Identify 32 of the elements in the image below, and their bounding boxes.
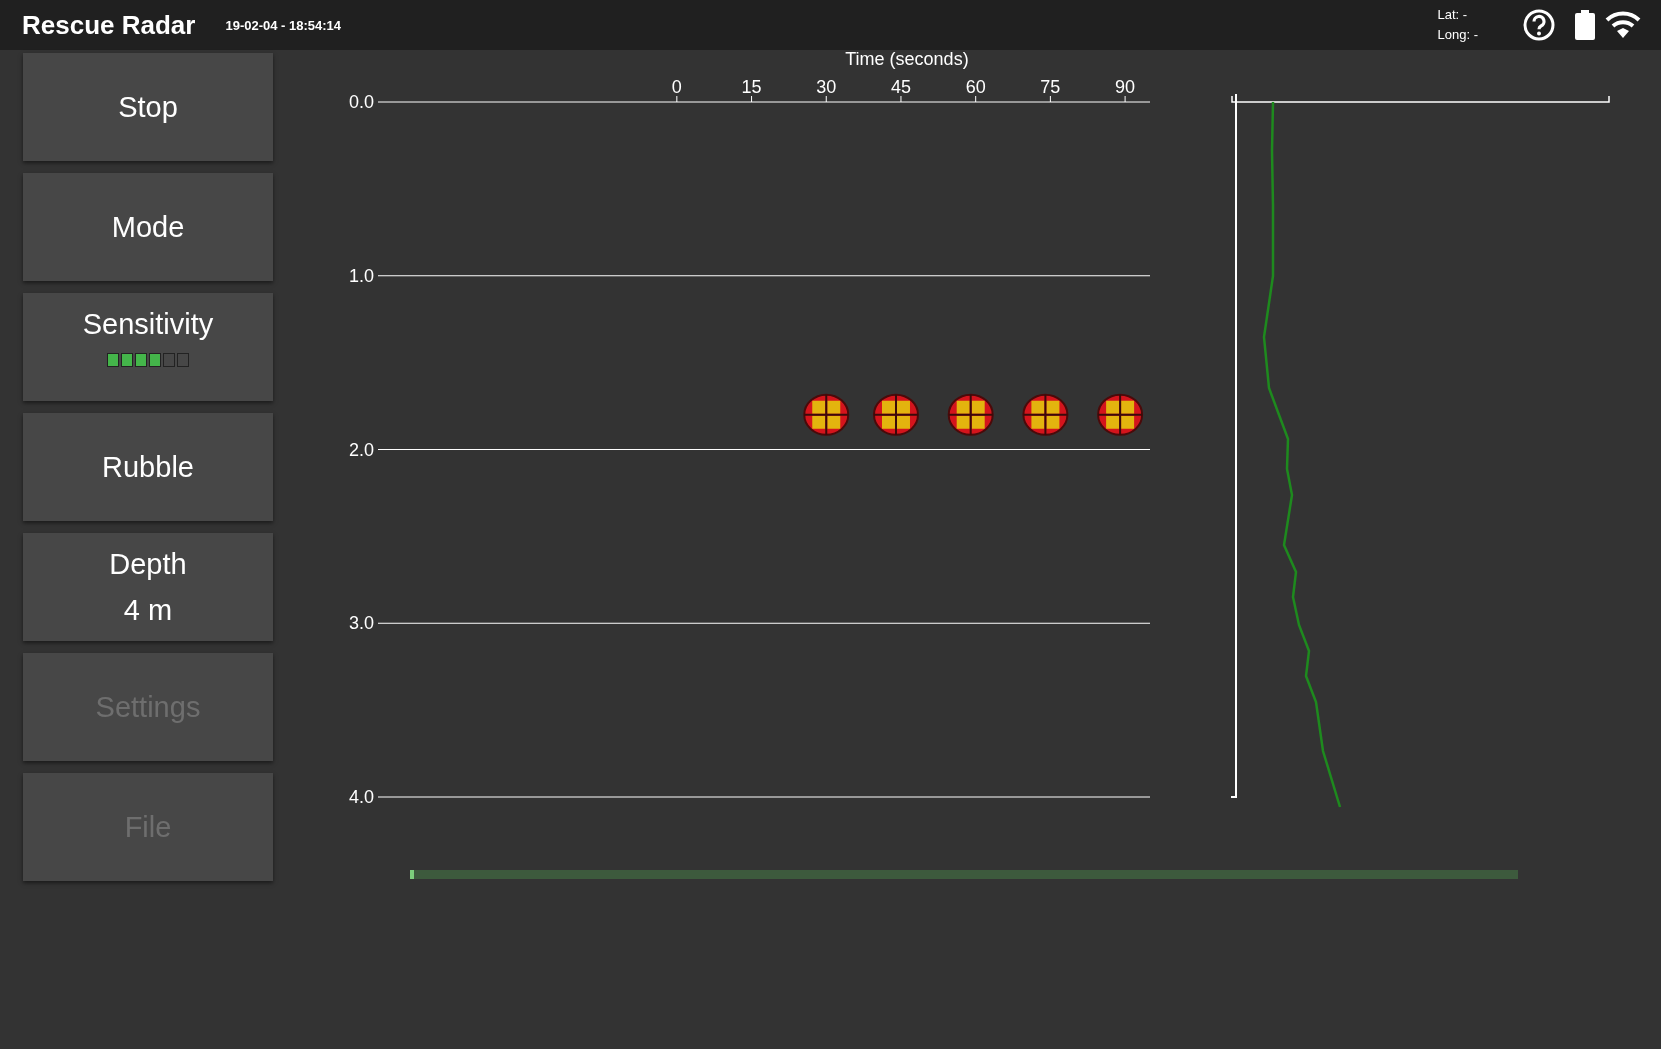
tick-mark xyxy=(1124,95,1126,103)
timestamp: 19-02-04 - 18:54:14 xyxy=(225,17,342,36)
depth-tick-label: 0.0 xyxy=(348,92,374,112)
menu-button[interactable]: Depth 4 m xyxy=(23,533,273,641)
time-tick-label: 90 xyxy=(1115,77,1136,97)
longitude-text: Long: - xyxy=(1437,26,1478,44)
time-tick-label: 15 xyxy=(741,77,762,97)
tick-mark xyxy=(975,95,977,103)
tick-mark xyxy=(751,95,753,103)
axis-title: Time (seconds) xyxy=(845,50,969,69)
menu-button[interactable]: Sensitivity xyxy=(23,293,273,401)
tick-mark xyxy=(900,95,902,103)
depth-tick-label: 1.0 xyxy=(348,265,374,286)
depth-tick-label: 4.0 xyxy=(348,787,374,807)
time-tick-label: 75 xyxy=(1040,77,1061,97)
tick-mark xyxy=(1049,95,1051,103)
help-icon[interactable] xyxy=(1523,9,1555,41)
tick-mark xyxy=(825,95,827,103)
tick-mark xyxy=(676,95,678,103)
battery-icon xyxy=(1575,10,1595,40)
depth-tick-label: 3.0 xyxy=(348,613,374,634)
app-title: Rescue Radar xyxy=(22,8,196,42)
time-tick-label: 30 xyxy=(816,77,837,97)
menu-button[interactable]: Mode xyxy=(23,173,273,281)
time-tick-label: 60 xyxy=(965,77,986,97)
time-tick-label: 45 xyxy=(890,77,911,97)
menu-button[interactable]: Stop xyxy=(23,53,273,161)
depth-tick-label: 2.0 xyxy=(348,439,374,460)
wifi-icon xyxy=(1605,11,1641,39)
latitude-text: Lat: - xyxy=(1437,6,1469,24)
time-tick-label: 0 xyxy=(671,77,682,97)
menu-button[interactable]: Rubble xyxy=(23,413,273,521)
